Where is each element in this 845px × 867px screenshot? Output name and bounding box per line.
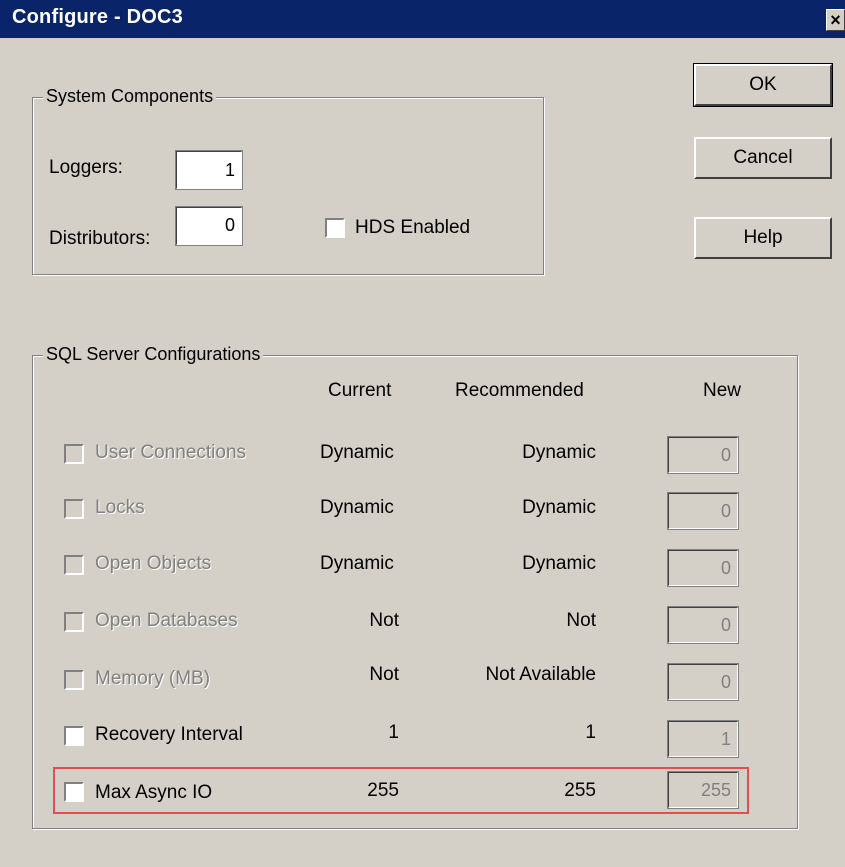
header-recommended: Recommended <box>455 380 584 401</box>
hds-enabled-label: HDS Enabled <box>355 217 471 238</box>
memory-mb-new-input[interactable]: 0 <box>667 663 739 701</box>
locks-new-input[interactable]: 0 <box>667 492 739 530</box>
header-current: Current <box>328 380 392 401</box>
open-databases-recommended: Not <box>566 610 596 631</box>
recovery-interval-label: Recovery Interval <box>95 724 243 745</box>
user-connections-new-input[interactable]: 0 <box>667 436 739 474</box>
system-components-legend: System Components <box>43 86 217 107</box>
ok-button-label: OK <box>749 74 777 95</box>
distributors-label: Distributors: <box>49 228 151 249</box>
open-databases-current: Not <box>369 610 399 631</box>
locks-label: Locks <box>95 497 145 518</box>
open-databases-checkbox[interactable] <box>64 612 84 632</box>
open-objects-new-input[interactable]: 0 <box>667 549 739 587</box>
locks-checkbox[interactable] <box>64 499 84 519</box>
loggers-input[interactable]: 1 <box>175 150 243 190</box>
open-databases-new-input[interactable]: 0 <box>667 606 739 644</box>
window-title: Configure - DOC3 <box>12 6 183 28</box>
cancel-button[interactable]: Cancel <box>694 137 832 179</box>
user-connections-checkbox[interactable] <box>64 444 84 464</box>
ok-button[interactable]: OK <box>693 63 833 107</box>
user-connections-label: User Connections <box>95 442 247 463</box>
title-bar[interactable]: Configure - DOC3 × <box>0 0 845 38</box>
close-icon: × <box>830 10 841 30</box>
recovery-interval-recommended: 1 <box>585 722 596 743</box>
help-button[interactable]: Help <box>694 217 832 259</box>
user-connections-recommended: Dynamic <box>522 442 596 463</box>
hds-enabled-checkbox[interactable] <box>325 218 345 238</box>
max-async-io-label: Max Async IO <box>95 782 213 803</box>
open-objects-checkbox[interactable] <box>64 555 84 575</box>
recovery-interval-checkbox[interactable] <box>64 726 84 746</box>
locks-current: Dynamic <box>320 497 394 518</box>
max-async-io-new-input[interactable]: 255 <box>667 771 739 809</box>
memory-mb-recommended: Not Available <box>485 664 596 685</box>
open-databases-label: Open Databases <box>95 610 238 631</box>
memory-mb-label: Memory (MB) <box>95 668 211 689</box>
sql-server-configurations-legend: SQL Server Configurations <box>43 344 264 365</box>
memory-mb-current: Not <box>369 664 399 685</box>
locks-recommended: Dynamic <box>522 497 596 518</box>
cancel-button-label: Cancel <box>733 147 793 168</box>
open-objects-recommended: Dynamic <box>522 553 596 574</box>
help-button-label: Help <box>743 227 783 248</box>
open-objects-current: Dynamic <box>320 553 394 574</box>
max-async-io-checkbox[interactable] <box>64 782 84 802</box>
header-new: New <box>703 380 742 401</box>
max-async-io-recommended: 255 <box>564 780 596 801</box>
distributors-input[interactable]: 0 <box>175 206 243 246</box>
user-connections-current: Dynamic <box>320 442 394 463</box>
memory-mb-checkbox[interactable] <box>64 670 84 690</box>
recovery-interval-new-input[interactable]: 1 <box>667 720 739 758</box>
max-async-io-current: 255 <box>367 780 399 801</box>
recovery-interval-current: 1 <box>388 722 399 743</box>
close-button[interactable]: × <box>826 9 845 31</box>
loggers-label: Loggers: <box>49 157 123 178</box>
open-objects-label: Open Objects <box>95 553 212 574</box>
